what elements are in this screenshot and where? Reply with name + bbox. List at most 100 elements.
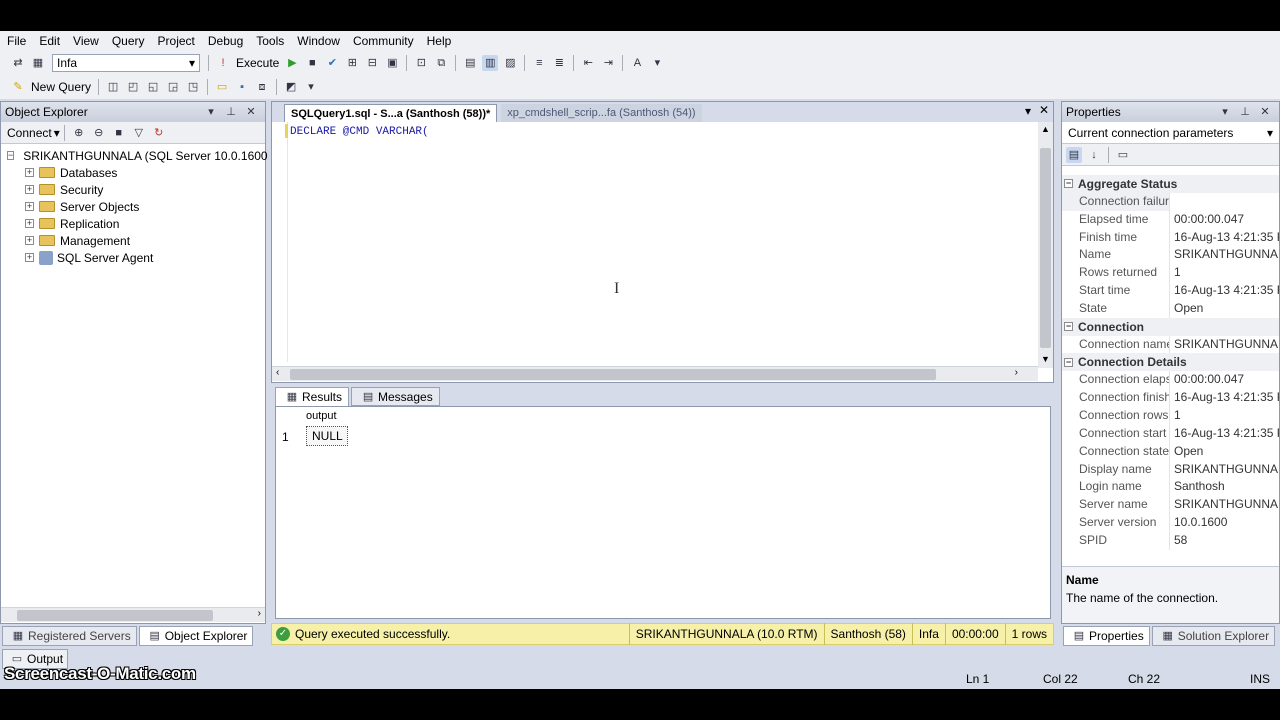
- property-row[interactable]: Rows returned 1: [1062, 264, 1279, 283]
- disconnect-icon[interactable]: ⊖: [91, 125, 107, 141]
- categorized-icon[interactable]: ▤: [1066, 146, 1082, 163]
- row-number[interactable]: 1: [282, 430, 289, 444]
- available-databases-icon[interactable]: ▦: [30, 55, 46, 71]
- comment-icon[interactable]: ≡: [531, 55, 547, 71]
- tree-node-replication[interactable]: + Replication: [7, 215, 265, 232]
- chevron-left-icon[interactable]: ‹: [276, 367, 279, 378]
- tree-node-sql-server-agent[interactable]: + SQL Server Agent: [7, 249, 265, 266]
- results-to-file-icon[interactable]: ▨: [502, 55, 518, 71]
- collapse-icon[interactable]: −: [1064, 322, 1073, 332]
- menu-window[interactable]: Window: [291, 31, 346, 51]
- tree-node-server-objects[interactable]: + Server Objects: [7, 198, 265, 215]
- decrease-indent-icon[interactable]: ⇤: [580, 55, 596, 71]
- expand-icon[interactable]: +: [25, 168, 34, 177]
- chevron-up-icon[interactable]: ▲: [1041, 124, 1050, 134]
- expand-icon[interactable]: +: [25, 236, 34, 245]
- collapse-icon[interactable]: −: [1064, 357, 1073, 367]
- window-position-icon[interactable]: ▾: [203, 104, 219, 120]
- stop-icon[interactable]: ■: [304, 55, 320, 71]
- query-designer-icon[interactable]: ⊟: [364, 55, 380, 71]
- property-row[interactable]: Connection elaps 00:00:00.047: [1062, 371, 1279, 390]
- new-query-button[interactable]: New Query: [31, 80, 91, 94]
- active-files-icon[interactable]: ▾: [1025, 104, 1031, 118]
- specify-values-icon[interactable]: A: [629, 55, 645, 71]
- results-to-text-icon[interactable]: ▤: [462, 55, 478, 71]
- property-category[interactable]: − Connection: [1062, 317, 1279, 336]
- debug-play-icon[interactable]: ▶: [284, 55, 300, 71]
- menu-community[interactable]: Community: [347, 31, 420, 51]
- parse-check-icon[interactable]: ✔: [324, 55, 340, 71]
- tab-object-explorer[interactable]: ▤ Object Explorer: [138, 626, 254, 646]
- editor-vscrollbar[interactable]: ▲ ▼: [1038, 122, 1053, 368]
- property-pages-icon[interactable]: ▭: [1115, 147, 1131, 163]
- open-file-icon[interactable]: ▭: [214, 79, 230, 95]
- tree-node-security[interactable]: + Security: [7, 181, 265, 198]
- property-category[interactable]: − Connection Details: [1062, 353, 1279, 372]
- property-row[interactable]: Connection failur: [1062, 192, 1279, 211]
- expand-icon[interactable]: +: [25, 253, 34, 262]
- sql-compact-query-icon[interactable]: ◳: [185, 79, 201, 95]
- server-node[interactable]: − SRIKANTHGUNNALA (SQL Server 10.0.1600 …: [7, 147, 275, 164]
- column-header[interactable]: output: [306, 410, 337, 422]
- menu-help[interactable]: Help: [421, 31, 458, 51]
- execute-icon[interactable]: !: [215, 55, 231, 71]
- tab-xp-cmdshell-script[interactable]: xp_cmdshell_scrip...fa (Santhosh (54)): [501, 104, 702, 122]
- tree-node-management[interactable]: + Management: [7, 232, 265, 249]
- menu-view[interactable]: View: [67, 31, 105, 51]
- close-document-icon[interactable]: ✕: [1039, 103, 1049, 117]
- collapse-icon[interactable]: −: [1064, 179, 1073, 189]
- sql-code[interactable]: DECLARE @CMD VARCHAR(: [290, 126, 429, 138]
- menu-project[interactable]: Project: [152, 31, 201, 51]
- toolbar-overflow-icon[interactable]: ▾: [303, 79, 319, 95]
- property-row[interactable]: Elapsed time 00:00:00.047: [1062, 210, 1279, 229]
- activity-monitor-icon[interactable]: ◩: [283, 79, 299, 95]
- refresh-icon[interactable]: ↻: [151, 125, 167, 141]
- analysis-services-xmla-icon[interactable]: ◲: [165, 79, 181, 95]
- property-row[interactable]: Name SRIKANTHGUNNALA: [1062, 246, 1279, 265]
- scroll-thumb[interactable]: [290, 369, 936, 380]
- increase-indent-icon[interactable]: ⇥: [600, 55, 616, 71]
- tab-results[interactable]: ▦ Results: [275, 387, 350, 406]
- collapse-icon[interactable]: −: [7, 151, 15, 160]
- display-plan-icon[interactable]: ⊞: [344, 55, 360, 71]
- chevron-down-icon[interactable]: ▾: [54, 126, 60, 140]
- uncomment-icon[interactable]: ≣: [551, 55, 567, 71]
- property-row[interactable]: Connection rows 1: [1062, 406, 1279, 425]
- menu-query[interactable]: Query: [106, 31, 151, 51]
- change-connection-icon[interactable]: ⇄: [10, 55, 26, 71]
- pin-icon[interactable]: ⊥: [1237, 104, 1253, 120]
- tab-messages[interactable]: ▤ Messages: [351, 387, 440, 406]
- save-all-icon[interactable]: ⧈: [254, 79, 270, 95]
- property-row[interactable]: Display name SRIKANTHGUNNALA: [1062, 460, 1279, 479]
- save-icon[interactable]: ▪: [234, 79, 250, 95]
- property-category[interactable]: − Aggregate Status: [1062, 175, 1279, 193]
- property-row[interactable]: Connection start t 16-Aug-13 4:21:35 PM: [1062, 424, 1279, 443]
- chevron-down-icon[interactable]: ▼: [1041, 354, 1050, 364]
- result-cell[interactable]: NULL: [306, 426, 348, 446]
- property-row[interactable]: Finish time 16-Aug-13 4:21:35 PM: [1062, 228, 1279, 247]
- include-plan-icon[interactable]: ⊡: [413, 55, 429, 71]
- close-icon[interactable]: ✕: [1257, 104, 1273, 120]
- tab-sqlquery1[interactable]: SQLQuery1.sql - S...a (Santhosh (58))*: [284, 104, 498, 122]
- expand-icon[interactable]: +: [25, 202, 34, 211]
- client-stats-icon[interactable]: ⧉: [433, 55, 449, 71]
- tree-node-databases[interactable]: + Databases: [7, 164, 265, 181]
- expand-icon[interactable]: +: [25, 219, 34, 228]
- close-icon[interactable]: ✕: [243, 104, 259, 120]
- properties-object-select[interactable]: Current connection parameters ▾: [1062, 122, 1279, 144]
- tab-solution-explorer[interactable]: ▦ Solution Explorer: [1151, 626, 1276, 646]
- chevron-right-icon[interactable]: ›: [1015, 367, 1018, 378]
- property-row[interactable]: Connection name SRIKANTHGUNNALA: [1062, 335, 1279, 354]
- property-row[interactable]: Login name Santhosh: [1062, 478, 1279, 497]
- connect-button[interactable]: Connect: [7, 126, 52, 140]
- scroll-thumb[interactable]: [1040, 148, 1051, 348]
- stop-icon[interactable]: ■: [111, 125, 127, 141]
- menu-edit[interactable]: Edit: [33, 31, 66, 51]
- database-select[interactable]: Infa ▾: [52, 54, 200, 72]
- connect-icon[interactable]: ⊕: [71, 125, 87, 141]
- alphabetical-icon[interactable]: ↓: [1086, 147, 1102, 163]
- window-position-icon[interactable]: ▾: [1217, 104, 1233, 120]
- scroll-thumb[interactable]: [17, 610, 213, 621]
- menu-tools[interactable]: Tools: [250, 31, 290, 51]
- toolbar-overflow-icon[interactable]: ▾: [649, 55, 665, 71]
